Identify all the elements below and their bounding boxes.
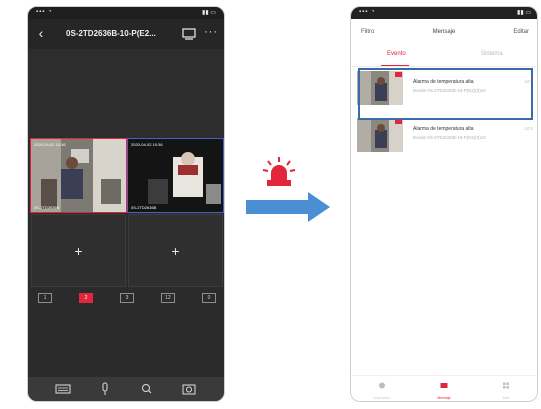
alarm-thumbnail: [357, 118, 403, 152]
camera-view-1[interactable]: 2020-04-02 10:36 0S-2TD2636B: [30, 138, 127, 213]
camera-view-2[interactable]: 2020-04-02 10:36 0S-2TD2636B: [127, 138, 224, 213]
nav-label: Mensaje: [437, 395, 451, 400]
microphone-icon[interactable]: [97, 382, 113, 396]
messages-phone: ▪▪▪ ◔ ▮▮ ▭ Mensaje Filtro Editar Evento …: [350, 6, 538, 402]
tab-event[interactable]: Evento: [387, 51, 406, 57]
edit-button[interactable]: Editar: [513, 29, 529, 35]
page-button-5[interactable]: 0: [202, 293, 216, 303]
highlighted-alarm-message: [358, 68, 533, 120]
add-camera-slot-3[interactable]: +: [31, 214, 126, 287]
nav-label: Dispositivo: [373, 395, 391, 400]
status-bar: ▪▪▪ ◔ ▮▮ ▭: [28, 7, 224, 19]
battery-indicator: ▮▮ ▭: [202, 10, 216, 16]
camera-timestamp: 2020-04-02 10:36: [34, 142, 66, 147]
page-button-2[interactable]: 2: [79, 293, 93, 303]
nav-device[interactable]: Dispositivo: [362, 378, 402, 400]
player-background: [28, 49, 224, 139]
signal-indicator: ▪▪▪ ◔: [359, 9, 376, 15]
device-title: 0S-2TD2636B-10-P(E2...: [66, 29, 156, 38]
device-icon: [379, 382, 385, 388]
alarm-siren-icon: [262, 157, 296, 186]
nav-more[interactable]: Más: [486, 378, 526, 400]
keyboard-icon[interactable]: [55, 382, 71, 396]
message-icon: [440, 382, 448, 388]
camera-icon[interactable]: [181, 382, 197, 396]
message-time: 10:5: [524, 126, 533, 131]
camera-label: 0S-2TD2636B: [34, 205, 60, 210]
page-title: Mensaje: [432, 29, 456, 35]
page-button-1[interactable]: 1: [38, 293, 52, 303]
nav-message[interactable]: Mensaje: [424, 378, 464, 400]
back-arrow-icon[interactable]: ‹: [34, 25, 48, 41]
page-button-3[interactable]: 3: [120, 293, 134, 303]
messages-header: Mensaje Filtro Editar: [351, 19, 537, 45]
camera-timestamp: 2020-04-02 10:36: [131, 142, 163, 147]
battery-indicator: ▮▮ ▭: [517, 10, 531, 16]
message-source: Desde 0S-2TD2636B-10-P(E2)(0)10: [413, 135, 486, 140]
nav-label: Más: [502, 395, 510, 400]
message-tabs: Evento Sistema: [351, 45, 537, 67]
flow-arrow-icon: [246, 192, 330, 222]
more-options-icon[interactable]: ···: [204, 26, 218, 38]
camera-label: 0S-2TD2636B: [131, 205, 157, 210]
hd-icon[interactable]: [182, 28, 196, 40]
message-title: Alarma de temperatura alta: [413, 126, 474, 132]
camera-feed-image: [128, 139, 223, 212]
add-icon: +: [171, 243, 180, 259]
message-item[interactable]: Alarma de temperatura alta Desde 0S-2TD2…: [357, 118, 537, 152]
live-view-header: ‹ 0S-2TD2636B-10-P(E2... ···: [28, 19, 224, 49]
filter-button[interactable]: Filtro: [361, 29, 374, 35]
add-camera-slot-4[interactable]: +: [128, 214, 223, 287]
status-bar: ▪▪▪ ◔ ▮▮ ▭: [351, 7, 537, 19]
live-view-phone: ▪▪▪ ◔ ▮▮ ▭ ‹ 0S-2TD2636B-10-P(E2... ··· …: [27, 6, 225, 402]
search-icon[interactable]: [139, 382, 155, 396]
signal-indicator: ▪▪▪ ◔: [36, 9, 53, 15]
camera-feed-image: [31, 139, 126, 212]
grid-icon: [503, 382, 509, 388]
active-tab-indicator: [381, 65, 409, 66]
window-page-selector: 1 2 3 12 0: [38, 293, 216, 307]
page-button-4[interactable]: 12: [161, 293, 175, 303]
bottom-navigation: Dispositivo Mensaje Más: [351, 375, 537, 401]
playback-toolbar: [28, 377, 224, 401]
tab-system[interactable]: Sistema: [481, 51, 503, 57]
add-icon: +: [74, 243, 83, 259]
